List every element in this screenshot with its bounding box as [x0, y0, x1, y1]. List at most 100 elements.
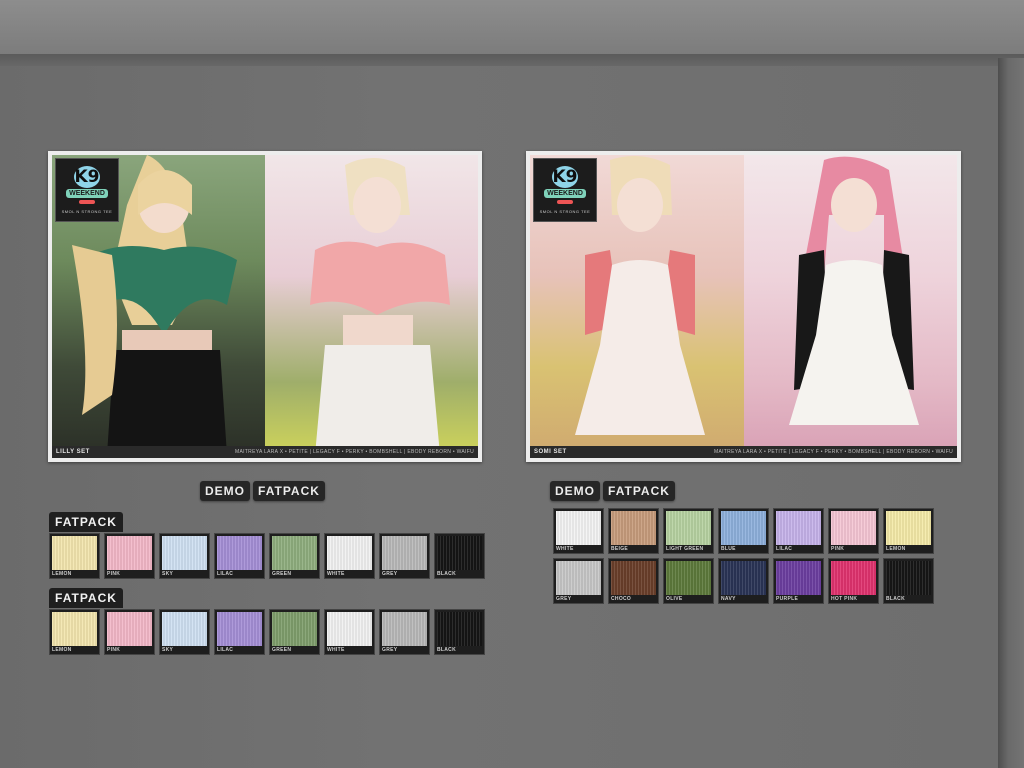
- fatpack-group-label: FATPACK: [49, 588, 123, 608]
- swatch-row: GREY CHOCO OLIVE NAVY PURPLE HOT PINK BLACK: [553, 558, 934, 604]
- color-swatch-lemon[interactable]: LEMON: [49, 609, 100, 655]
- logo-brand: K9: [552, 166, 578, 188]
- color-swatch-beige[interactable]: BEIGE: [608, 508, 659, 554]
- color-swatch-white[interactable]: WHITE: [553, 508, 604, 554]
- fabric-sample: [666, 561, 711, 595]
- k9-weekend-logo: K9 WEEKEND SMOL N STRONG TEE: [55, 158, 119, 222]
- fabric-sample: [886, 511, 931, 545]
- color-swatch-white[interactable]: WHITE: [324, 533, 375, 579]
- color-swatch-white[interactable]: WHITE: [324, 609, 375, 655]
- fabric-sample: [666, 511, 711, 545]
- logo-tag: [79, 200, 95, 204]
- swatch-label: OLIVE: [666, 596, 683, 602]
- swatch-label: BEIGE: [611, 546, 629, 552]
- logo-sub: WEEKEND: [66, 189, 108, 198]
- color-swatch-grey[interactable]: GREY: [379, 533, 430, 579]
- poster-caption-bar: SOMI SET MAITREYA LARA X • PETITE | LEGA…: [530, 446, 957, 458]
- model-illustration: [310, 157, 450, 455]
- swatch-label: LEMON: [52, 571, 72, 577]
- fabric-sample: [611, 511, 656, 545]
- fabric-sample: [831, 511, 876, 545]
- color-swatch-lilac[interactable]: LILAC: [214, 533, 265, 579]
- swatch-label: LEMON: [52, 647, 72, 653]
- fabric-sample: [437, 612, 482, 646]
- swatch-label: NAVY: [721, 596, 736, 602]
- model-illustration: [789, 156, 919, 425]
- color-swatch-black[interactable]: BLACK: [434, 609, 485, 655]
- swatch-label: WHITE: [556, 546, 574, 552]
- fabric-sample: [556, 511, 601, 545]
- swatch-label: GREY: [382, 647, 398, 653]
- color-swatch-green[interactable]: GREEN: [269, 609, 320, 655]
- demo-button[interactable]: DEMO: [200, 481, 250, 501]
- color-swatch-black[interactable]: BLACK: [434, 533, 485, 579]
- color-swatch-grey[interactable]: GREY: [553, 558, 604, 604]
- color-swatch-sky[interactable]: SKY: [159, 609, 210, 655]
- swatch-label: BLACK: [437, 647, 456, 653]
- swatch-label: GREEN: [272, 647, 292, 653]
- color-swatch-lemon[interactable]: LEMON: [883, 508, 934, 554]
- swatch-label: GREY: [556, 596, 572, 602]
- color-swatch-olive[interactable]: OLIVE: [663, 558, 714, 604]
- swatch-label: PINK: [107, 647, 121, 653]
- swatch-row: LEMON PINK SKY LILAC GREEN WHITE GREY BLACK: [49, 609, 485, 655]
- color-swatch-hot-pink[interactable]: HOT PINK: [828, 558, 879, 604]
- color-swatch-pink[interactable]: PINK: [104, 533, 155, 579]
- swatch-label: CHOCO: [611, 596, 632, 602]
- poster-panel-black-cardigan: [744, 155, 957, 458]
- color-swatch-pink[interactable]: PINK: [828, 508, 879, 554]
- swatch-label: WHITE: [327, 571, 345, 577]
- color-swatch-lilac[interactable]: LILAC: [773, 508, 824, 554]
- color-swatch-choco[interactable]: CHOCO: [608, 558, 659, 604]
- fabric-sample: [217, 612, 262, 646]
- fabric-sample: [162, 612, 207, 646]
- color-swatch-purple[interactable]: PURPLE: [773, 558, 824, 604]
- fabric-sample: [721, 561, 766, 595]
- color-swatch-sky[interactable]: SKY: [159, 533, 210, 579]
- color-swatch-lilac[interactable]: LILAC: [214, 609, 265, 655]
- swatch-label: PINK: [831, 546, 845, 552]
- swatch-label: PURPLE: [776, 596, 799, 602]
- poster-image: K9 WEEKEND SMOL N STRONG TEE SOMI SET MA…: [530, 155, 957, 458]
- fabric-sample: [382, 612, 427, 646]
- fabric-sample: [107, 612, 152, 646]
- fabric-sample: [556, 561, 601, 595]
- logo-brand: K9: [74, 166, 100, 188]
- color-swatch-blue[interactable]: BLUE: [718, 508, 769, 554]
- color-swatch-pink[interactable]: PINK: [104, 609, 155, 655]
- swatch-label: LILAC: [217, 571, 234, 577]
- fabric-sample: [721, 511, 766, 545]
- color-swatch-green[interactable]: GREEN: [269, 533, 320, 579]
- swatch-label: BLACK: [437, 571, 456, 577]
- logo-small-text: SMOL N STRONG TEE: [539, 209, 591, 214]
- fabric-sample: [776, 561, 821, 595]
- swatch-label: SKY: [162, 647, 174, 653]
- fabric-sample: [886, 561, 931, 595]
- fabric-sample: [52, 612, 97, 646]
- color-swatch-lemon[interactable]: LEMON: [49, 533, 100, 579]
- poster-caption-bar: LILLY SET MAITREYA LARA X • PETITE | LEG…: [52, 446, 478, 458]
- swatch-label: LIGHT GREEN: [666, 546, 704, 552]
- swatch-label: BLUE: [721, 546, 736, 552]
- logo-small-text: SMOL N STRONG TEE: [61, 209, 113, 214]
- fatpack-button[interactable]: FATPACK: [603, 481, 675, 501]
- fabric-sample: [162, 536, 207, 570]
- color-swatch-black[interactable]: BLACK: [883, 558, 934, 604]
- fabric-sample: [107, 536, 152, 570]
- color-swatch-light-green[interactable]: LIGHT GREEN: [663, 508, 714, 554]
- set-name: SOMI SET: [534, 449, 567, 455]
- swatch-label: PINK: [107, 571, 121, 577]
- color-swatch-navy[interactable]: NAVY: [718, 558, 769, 604]
- somi-set-poster[interactable]: K9 WEEKEND SMOL N STRONG TEE SOMI SET MA…: [526, 151, 961, 462]
- set-name: LILLY SET: [56, 449, 90, 455]
- poster-image: K9 WEEKEND SMOL N STRONG TEE LILLY SET M…: [52, 155, 478, 458]
- fatpack-button[interactable]: FATPACK: [253, 481, 325, 501]
- color-swatch-grey[interactable]: GREY: [379, 609, 430, 655]
- fabric-sample: [327, 536, 372, 570]
- lilly-set-poster[interactable]: K9 WEEKEND SMOL N STRONG TEE LILLY SET M…: [48, 151, 482, 462]
- swatch-label: WHITE: [327, 647, 345, 653]
- swatch-label: BLACK: [886, 596, 905, 602]
- demo-button[interactable]: DEMO: [550, 481, 600, 501]
- swatch-label: HOT PINK: [831, 596, 858, 602]
- swatch-label: SKY: [162, 571, 174, 577]
